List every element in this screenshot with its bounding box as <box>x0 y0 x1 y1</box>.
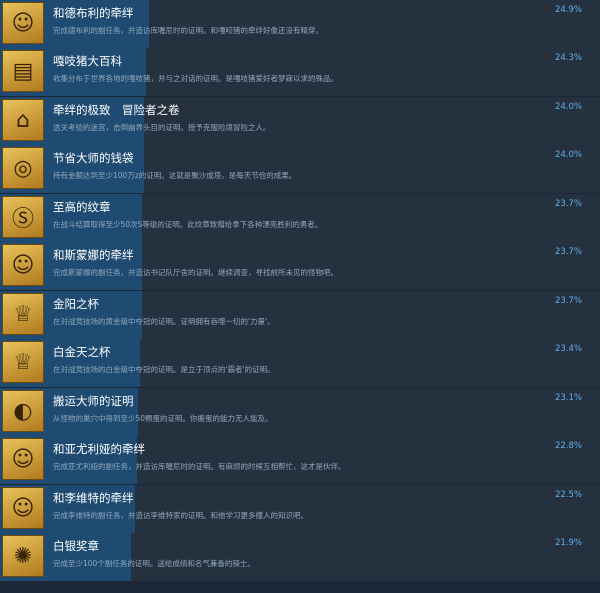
achievement-description: 完成斯蒙娜的副任务，并造访书记队厅舍的证明。继续调查，寻找前所未见的怪物吧。 <box>53 268 338 277</box>
achievement-percent: 24.9% <box>554 5 582 15</box>
achievement-title: 白金天之杯 <box>53 345 111 359</box>
achievement-title: 白银奖章 <box>53 539 99 553</box>
character-portrait-icon: ☺ <box>2 438 44 480</box>
achievement-row[interactable]: ▤ 嘎吱猪大百科 收集分布于世界各地的嘎吱猪，并与之对话的证明。是嘎吱猪爱好者梦… <box>0 48 600 96</box>
achievement-title: 和亚尤利娅的牵绊 <box>53 442 145 456</box>
achievement-row[interactable]: ☺ 和亚尤利娅的牵绊 完成亚尤利娅的副任务，并造访库喔尼时的证明。有麻烦的时候互… <box>0 436 600 484</box>
achievement-percent: 23.7% <box>554 199 582 209</box>
achievement-description: 持有金额达到至少100万z的证明。这就是聚沙成塔，是每天节俭的成果。 <box>53 171 297 180</box>
achievement-percent: 22.5% <box>554 490 582 500</box>
achievement-description: 在对战竞技场的白金级中夺冠的证明。是立于顶点的'霸者'的证明。 <box>53 365 275 374</box>
achievement-row[interactable]: Ⓢ 至高的纹章 在战斗结算取得至少50次S等级的证明。此纹章致赠给拿下各种漂亮胜… <box>0 194 600 242</box>
achievement-percent: 22.8% <box>554 441 582 451</box>
achievement-description: 在战斗结算取得至少50次S等级的证明。此纹章致赠给拿下各种漂亮胜利的勇者。 <box>53 220 323 229</box>
achievement-description: 透关考验的迷宫，击倒幽界头目的证明。授予克服险境冒险之人。 <box>53 123 271 132</box>
achievement-description: 在对战竞技场的黄金级中夺冠的证明。证明拥有吞噬一切的'力量'。 <box>53 317 275 326</box>
character-portrait-icon: ☺ <box>2 487 44 529</box>
achievement-percent: 23.7% <box>554 247 582 257</box>
achievement-title: 和李维特的牵绊 <box>53 491 134 505</box>
achievement-description: 完成至少100个副任务的证明。送给成绩和名气兼备的骑士。 <box>53 559 255 568</box>
book-icon: ▤ <box>2 50 44 92</box>
achievement-title: 至高的纹章 <box>53 200 111 214</box>
achievement-row[interactable]: ♕ 白金天之杯 在对战竞技场的白金级中夺冠的证明。是立于顶点的'霸者'的证明。 … <box>0 339 600 387</box>
achievement-row[interactable]: ☺ 和李维特的牵绊 完成李维特的副任务，并造访李维特家的证明。和他学习更多撞人的… <box>0 485 600 533</box>
achievement-percent: 24.3% <box>554 53 582 63</box>
achievement-row[interactable]: ⌂ 牵绊的极致 冒险者之卷 透关考验的迷宫，击倒幽界头目的证明。授予克服险境冒险… <box>0 97 600 145</box>
achievement-percent: 23.4% <box>554 344 582 354</box>
achievement-title: 金阳之杯 <box>53 297 99 311</box>
egg-icon: ◐ <box>2 390 44 432</box>
achievement-percent: 23.7% <box>554 296 582 306</box>
achievement-percent: 24.0% <box>554 102 582 112</box>
cave-icon: ⌂ <box>2 99 44 141</box>
achievement-description: 完成德布利的副任务，并造访库喔尼时的证明。和嘎咬猪的牵绊好像还没有精穿。 <box>53 26 323 35</box>
money-bag-icon: ◎ <box>2 147 44 189</box>
s-crest-icon: Ⓢ <box>2 196 44 238</box>
achievement-percent: 23.1% <box>554 393 582 403</box>
achievement-row[interactable]: ◎ 节省大师的钱袋 持有金额达到至少100万z的证明。这就是聚沙成塔，是每天节俭… <box>0 145 600 193</box>
achievement-row[interactable]: ☺ 和德布利的牵绊 完成德布利的副任务，并造访库喔尼时的证明。和嘎咬猪的牵绊好像… <box>0 0 600 48</box>
achievement-row[interactable]: ☺ 和斯蒙娜的牵绊 完成斯蒙娜的副任务，并造访书记队厅舍的证明。继续调查，寻找前… <box>0 242 600 290</box>
achievement-title: 和德布利的牵绊 <box>53 6 134 20</box>
character-portrait-icon: ☺ <box>2 244 44 286</box>
achievement-row[interactable]: ◐ 搬运大师的证明 从怪物的巢穴中得到至少50颗蛋的证明。你搬蛋的能力无人能及。… <box>0 388 600 436</box>
achievement-description: 完成李维特的副任务，并造访李维特家的证明。和他学习更多撞人的知识吧。 <box>53 511 308 520</box>
achievement-title: 搬运大师的证明 <box>53 394 134 408</box>
achievement-percent: 21.9% <box>554 538 582 548</box>
achievement-row[interactable]: ✺ 白银奖章 完成至少100个副任务的证明。送给成绩和名气兼备的骑士。 21.9… <box>0 533 600 581</box>
achievement-description: 收集分布于世界各地的嘎吱猪，并与之对话的证明。是嘎吱猪爱好者梦寐以求的殊品。 <box>53 74 338 83</box>
achievement-description: 完成亚尤利娅的副任务，并造访库喔尼时的证明。有麻烦的时候互相帮忙，这才是伙伴。 <box>53 462 346 471</box>
gold-cup-icon: ♕ <box>2 293 44 335</box>
platinum-cup-icon: ♕ <box>2 341 44 383</box>
achievement-title: 牵绊的极致 冒险者之卷 <box>53 103 180 117</box>
achievement-row[interactable]: ♕ 金阳之杯 在对战竞技场的黄金级中夺冠的证明。证明拥有吞噬一切的'力量'。 2… <box>0 291 600 339</box>
character-portrait-icon: ☺ <box>2 2 44 44</box>
achievement-title: 节省大师的钱袋 <box>53 151 134 165</box>
achievement-list: ☺ 和德布利的牵绊 完成德布利的副任务，并造访库喔尼时的证明。和嘎咬猪的牵绊好像… <box>0 0 600 593</box>
achievement-title: 嘎吱猪大百科 <box>53 54 122 68</box>
silver-medal-icon: ✺ <box>2 535 44 577</box>
achievement-title: 和斯蒙娜的牵绊 <box>53 248 134 262</box>
achievement-description: 从怪物的巢穴中得到至少50颗蛋的证明。你搬蛋的能力无人能及。 <box>53 414 273 423</box>
achievement-percent: 24.0% <box>554 150 582 160</box>
